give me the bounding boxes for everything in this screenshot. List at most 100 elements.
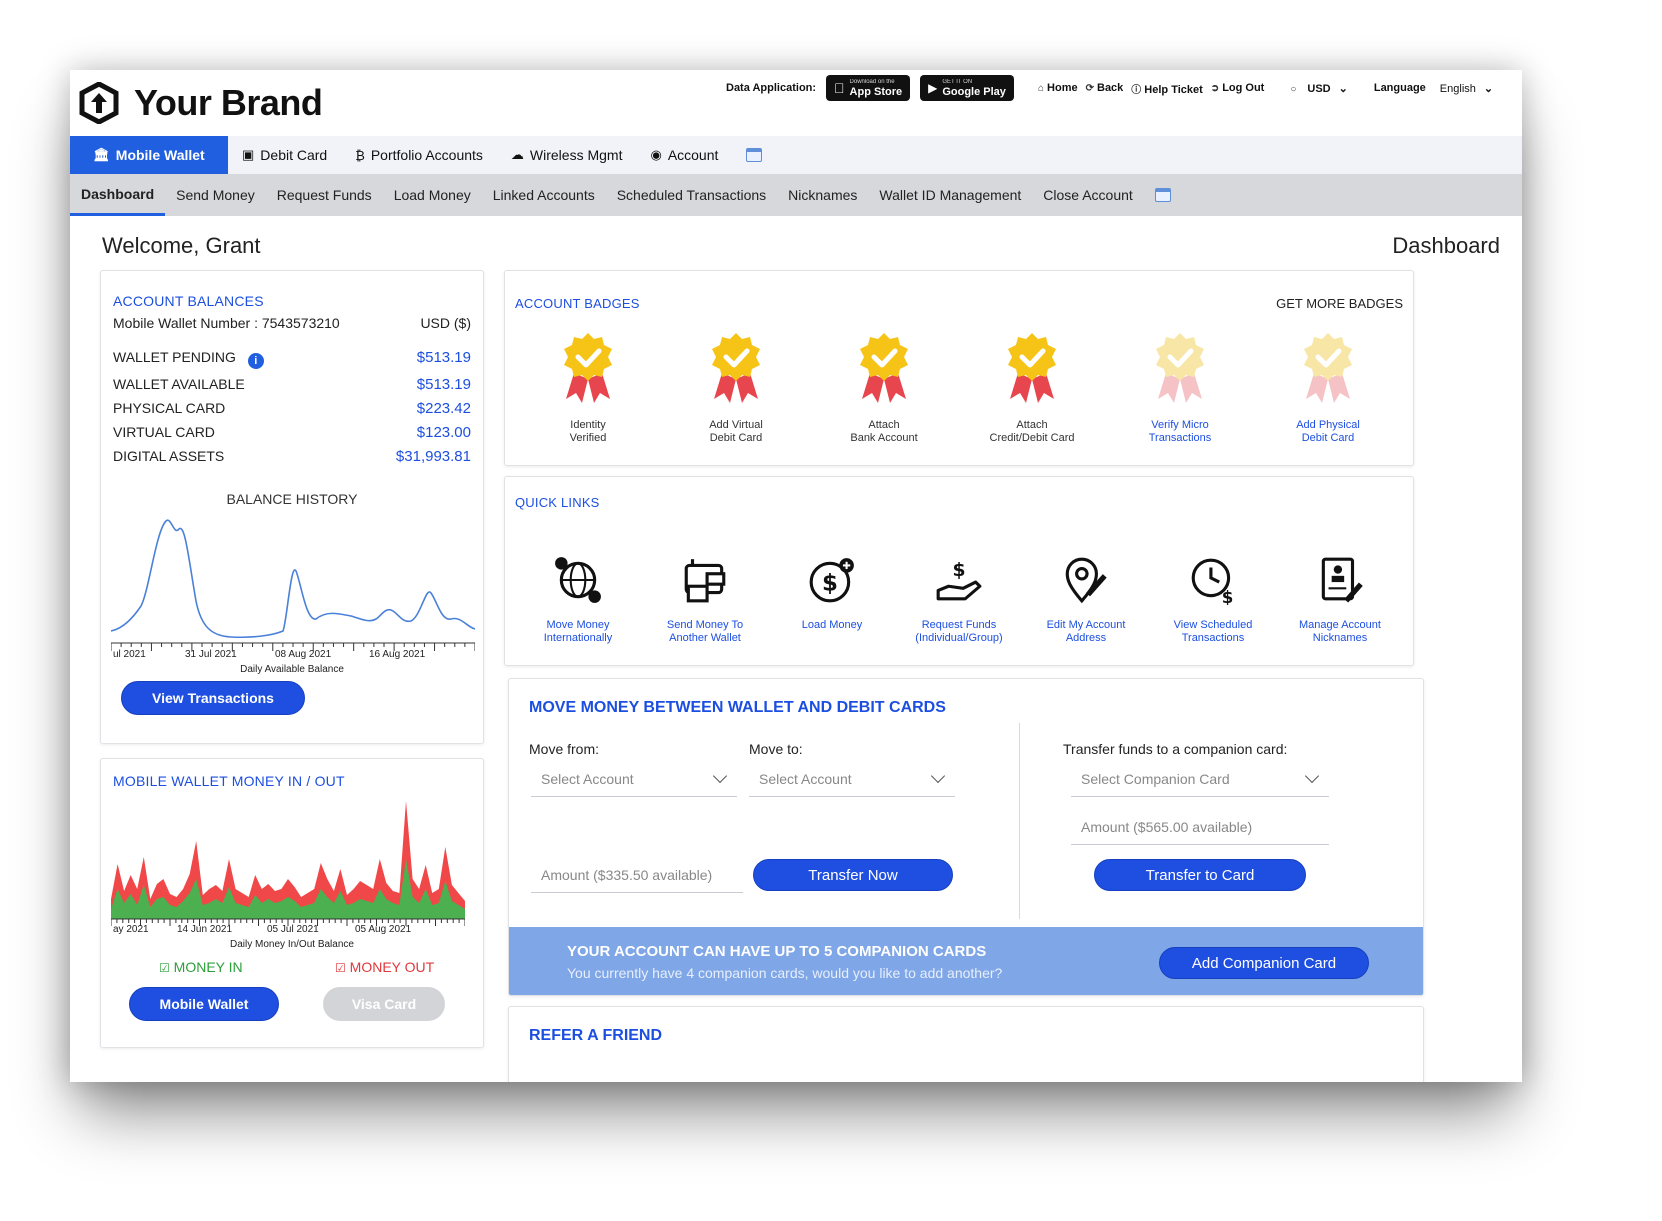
badge-medal-icon (1304, 333, 1352, 403)
history-tick-label: 31 Jul 2021 (185, 649, 237, 660)
badge-label-line1: Identity (570, 419, 606, 431)
subtab-calendar[interactable] (1144, 174, 1182, 216)
subtab-request-funds[interactable]: Request Funds (266, 174, 383, 216)
badge-item[interactable]: Verify Micro Transactions (1120, 331, 1240, 445)
quick-link-label-line2: Internationally (543, 632, 613, 644)
svg-text:$: $ (1222, 588, 1234, 605)
visa-card-button[interactable]: Visa Card (323, 987, 445, 1021)
quick-link-label-line2 (772, 632, 892, 645)
move-from-label: Move from: (529, 741, 600, 757)
logout-icon: ➲ (1210, 83, 1220, 94)
badge-label-line2: Bank Account (850, 432, 918, 444)
companion-card-select[interactable]: Select Companion Card (1071, 761, 1329, 797)
balance-history-line (111, 519, 475, 639)
mobile-wallet-button[interactable]: Mobile Wallet (129, 987, 279, 1021)
legend-money-out[interactable]: ☑ MONEY OUT (335, 959, 434, 975)
transfer-now-button[interactable]: Transfer Now (753, 859, 953, 891)
help-ticket-link[interactable]: ⓘ Help Ticket (1131, 81, 1203, 96)
data-app-label: Data Application: (726, 82, 817, 94)
quick-link-item[interactable]: $ View Scheduled Transactions (1153, 555, 1273, 645)
quick-link-item[interactable]: $ Request Funds (Individual/Group) (899, 555, 1019, 645)
quick-link-label-line2: Transactions (1181, 632, 1245, 644)
welcome-text: Welcome, Grant (102, 233, 261, 258)
svg-text:$: $ (952, 560, 965, 581)
badge-label-line2: Debit Card (1301, 432, 1355, 444)
quick-links-card: QUICK LINKS Move Money Internationally Sen… (504, 476, 1414, 666)
home-icon: ⌂ (1038, 83, 1045, 94)
language-select[interactable]: English ⌄ (1440, 82, 1493, 95)
badges-title: ACCOUNT BADGES (515, 296, 640, 311)
badge-label-line1: Verify Micro (1151, 419, 1209, 431)
get-more-badges-link[interactable]: GET MORE BADGES (1276, 296, 1403, 311)
move-to-select[interactable]: Select Account (749, 761, 955, 797)
add-companion-card-button[interactable]: Add Companion Card (1159, 947, 1369, 979)
badge-label-line2: Credit/Debit Card (989, 432, 1075, 444)
tab-wireless-mgmt[interactable]: ☁ Wireless Mgmt (497, 136, 637, 174)
move-from-select[interactable]: Select Account (531, 761, 737, 797)
balance-history-chart (111, 519, 475, 651)
quick-link-item[interactable]: Move Money Internationally (518, 555, 638, 645)
quick-link-label-line2: (Individual/Group) (915, 632, 1003, 644)
badge-item[interactable]: Attach Credit/Debit Card (972, 331, 1092, 445)
badge-item[interactable]: Add Virtual Debit Card (676, 331, 796, 445)
currency-select[interactable]: ○ USD ⌄ (1290, 82, 1348, 95)
badge-item[interactable]: Add Physical Debit Card (1268, 331, 1388, 445)
money-inout-chart (111, 801, 465, 926)
balance-row: PHYSICAL CARD $223.42 (113, 400, 471, 417)
subtab-linked-accounts[interactable]: Linked Accounts (482, 174, 606, 216)
logout-link[interactable]: ➲ Log Out (1211, 82, 1265, 94)
quick-link-item[interactable]: Send Money To Another Wallet (645, 555, 765, 645)
back-link[interactable]: ⟳ Back (1086, 82, 1124, 94)
tab-calendar[interactable] (732, 136, 776, 174)
badge-label-line2: Transactions (1148, 432, 1212, 444)
quick-link-label-line1: Move Money (546, 619, 610, 631)
refer-friend-card: REFER A FRIEND (508, 1006, 1424, 1082)
document-edit-icon (1321, 557, 1363, 603)
quick-link-label-line2: Another Wallet (669, 632, 741, 644)
subtab-dashboard[interactable]: Dashboard (70, 174, 166, 216)
move-to-label: Move to: (749, 741, 803, 757)
tab-portfolio-accounts[interactable]: ₿ Portfolio Accounts (341, 136, 497, 174)
subtab-scheduled-transactions[interactable]: Scheduled Transactions (606, 174, 777, 216)
companion-amount-input[interactable]: Amount ($565.00 available) (1071, 809, 1329, 845)
quick-link-item[interactable]: Manage Account Nicknames (1280, 555, 1400, 645)
balance-row: WALLET AVAILABLE $513.19 (113, 376, 471, 393)
brand[interactable]: Your Brand (78, 82, 323, 124)
subtab-load-money[interactable]: Load Money (383, 174, 482, 216)
view-transactions-button[interactable]: View Transactions (121, 681, 305, 715)
quick-link-item[interactable]: Edit My Account Address (1026, 555, 1146, 645)
badge-item[interactable]: Identity Verified (528, 331, 648, 445)
subtab-send-money[interactable]: Send Money (165, 174, 266, 216)
help-icon: ⓘ (1131, 84, 1142, 96)
badge-medal-icon (712, 333, 760, 403)
tab-mobile-wallet[interactable]: 🏛 Mobile Wallet (70, 136, 228, 174)
transfer-to-card-button[interactable]: Transfer to Card (1094, 859, 1306, 891)
app-store-button[interactable]:  Download on theApp Store (826, 75, 911, 101)
chevron-down-icon (930, 768, 946, 784)
google-play-button[interactable]: ▶ GET IT ON Google Play (920, 75, 1014, 101)
bank-icon: 🏛 (93, 147, 110, 162)
legend-money-in[interactable]: ☑ MONEY IN (159, 959, 243, 975)
user-circle-icon: ◉ (650, 147, 662, 162)
apple-icon:  (834, 80, 845, 96)
banner-title: YOUR ACCOUNT CAN HAVE UP TO 5 COMPANION … (567, 943, 987, 960)
badge-label-line1: Add Physical (1296, 419, 1360, 431)
subtab-wallet-id-management[interactable]: Wallet ID Management (868, 174, 1032, 216)
amount-input[interactable]: Amount ($335.50 available) (531, 857, 743, 893)
subtab-nicknames[interactable]: Nicknames (777, 174, 868, 216)
account-balances-card: ACCOUNT BALANCES Mobile Wallet Number : … (100, 270, 484, 744)
svg-text:$: $ (822, 570, 838, 596)
chevron-down-icon: ⌄ (1338, 82, 1348, 95)
subtab-close-account[interactable]: Close Account (1032, 174, 1144, 216)
companion-banner: YOUR ACCOUNT CAN HAVE UP TO 5 COMPANION … (509, 927, 1423, 995)
refer-title: REFER A FRIEND (529, 1027, 663, 1044)
quick-link-item[interactable]: $ Load Money (772, 555, 892, 645)
quick-links-title: QUICK LINKS (515, 495, 600, 510)
account-badges-card: ACCOUNT BADGES GET MORE BADGES Identity V… (504, 270, 1414, 466)
info-icon[interactable]: i (247, 353, 264, 369)
badge-item[interactable]: Attach Bank Account (824, 331, 944, 445)
move-money-card: MOVE MONEY BETWEEN WALLET AND DEBIT CARD… (508, 678, 1424, 996)
home-link[interactable]: ⌂ Home (1038, 82, 1078, 94)
tab-account[interactable]: ◉ Account (636, 136, 732, 174)
tab-debit-card[interactable]: ▣ Debit Card (228, 136, 341, 174)
